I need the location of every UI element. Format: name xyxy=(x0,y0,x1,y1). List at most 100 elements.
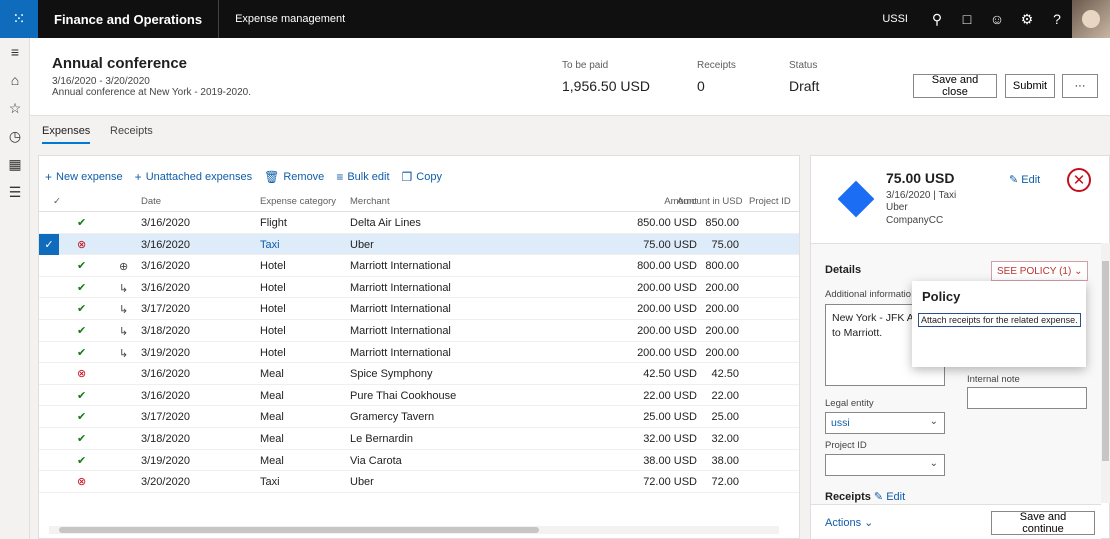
amount-usd-cell: 200.00 xyxy=(705,281,739,294)
more-options-button[interactable]: ··· xyxy=(1062,74,1098,98)
hamburger-menu-icon[interactable]: ≡ xyxy=(0,38,30,66)
left-navigation: ≡ ⌂ ☆ ◷ ▦ ☰ xyxy=(0,38,30,539)
recent-clock-icon[interactable]: ◷ xyxy=(0,122,30,150)
tab-receipts[interactable]: Receipts xyxy=(110,125,153,137)
project-id-select[interactable]: ⌄ xyxy=(825,454,945,476)
module-name[interactable]: Expense management xyxy=(219,13,361,25)
table-row[interactable]: ✔︎ ↳ 3/19/2020 Hotel Marriott International 2… xyxy=(39,342,799,364)
table-row[interactable]: ✔︎ ↳ 3/18/2020 Hotel Marriott International 2… xyxy=(39,320,799,342)
policy-popup-title: Policy xyxy=(922,289,961,304)
grid-vertical-scrollbar[interactable] xyxy=(787,212,795,512)
merchant-cell: Gramercy Tavern xyxy=(350,411,435,424)
to-be-paid-summary: To be paid 1,956.50 USD xyxy=(562,60,650,94)
app-launcher-icon[interactable]: ⁙ xyxy=(0,0,38,38)
table-row[interactable]: ⊗ 3/20/2020 Taxi Uber 72.00 USD 72.00 xyxy=(39,471,799,493)
favorites-star-icon[interactable]: ☆ xyxy=(0,94,30,122)
legal-entity-value: ussi xyxy=(831,417,850,429)
actions-menu[interactable]: Actions ⌄ xyxy=(825,516,873,529)
workspaces-icon[interactable]: ▦ xyxy=(0,150,30,178)
expenses-grid-card: + New expense + Unattached expenses 🗑 Remov… xyxy=(38,155,800,539)
table-row[interactable]: ✔︎ 3/17/2020 Meal Gramercy Tavern 25.00 USD 2… xyxy=(39,406,799,428)
bulk-edit-button[interactable]: ≡ Bulk edit xyxy=(336,170,389,184)
date-cell: 3/16/2020 xyxy=(141,281,190,294)
edit-expense-link[interactable]: ✎ Edit xyxy=(1009,173,1040,186)
column-header-merchant[interactable]: Merchant xyxy=(350,196,390,207)
amount-usd-cell: 72.00 xyxy=(711,476,739,489)
home-icon[interactable]: ⌂ xyxy=(0,66,30,94)
see-policy-button[interactable]: SEE POLICY (1) ⌄ xyxy=(991,261,1089,281)
child-row-icon: ↳ xyxy=(119,347,129,360)
detail-date-category: 3/16/2020 | Taxi xyxy=(886,190,957,201)
table-row[interactable]: ✔︎ 3/16/2020 Flight Delta Air Lines 850.00 U… xyxy=(39,212,799,234)
detail-vertical-scrollbar[interactable] xyxy=(1101,243,1110,503)
legal-entity-select[interactable]: ussi ⌄ xyxy=(825,412,945,434)
chevron-down-icon: ⌄ xyxy=(1071,265,1083,277)
select-all-checkbox[interactable]: ✓ xyxy=(53,196,61,207)
policy-message[interactable]: Attach receipts for the related expense. xyxy=(918,313,1081,327)
date-cell: 3/16/2020 xyxy=(141,238,190,251)
scrollbar-thumb[interactable] xyxy=(1102,261,1109,461)
plus-icon: + xyxy=(134,170,142,184)
category-cell: Hotel xyxy=(260,303,286,316)
expand-split-icon[interactable]: ⊕ xyxy=(119,260,128,273)
category-cell: Meal xyxy=(260,454,284,467)
avatar[interactable] xyxy=(1072,0,1110,38)
company-picker[interactable]: USSI xyxy=(882,13,908,25)
app-name[interactable]: Finance and Operations xyxy=(38,0,220,38)
date-cell: 3/16/2020 xyxy=(141,368,190,381)
merchant-cell: Delta Air Lines xyxy=(350,217,421,229)
pencil-icon: ✎ xyxy=(1009,174,1022,186)
top-bar: ⁙ Finance and Operations Expense managem… xyxy=(0,0,1110,38)
column-header-date[interactable]: Date xyxy=(141,196,161,207)
table-row[interactable]: ✔︎ 3/19/2020 Meal Via Carota 38.00 USD 38.00 xyxy=(39,450,799,472)
copy-label: Copy xyxy=(416,171,442,183)
settings-gear-icon[interactable]: ⚙ xyxy=(1012,0,1042,38)
error-close-icon[interactable]: ✕ xyxy=(1067,168,1091,192)
submit-button[interactable]: Submit xyxy=(1005,74,1055,98)
help-icon[interactable]: ? xyxy=(1042,0,1072,38)
chat-icon[interactable]: □ xyxy=(952,0,982,38)
detail-merchant: Uber xyxy=(886,202,908,213)
modules-list-icon[interactable]: ☰ xyxy=(0,178,30,206)
date-cell: 3/19/2020 xyxy=(141,346,190,359)
merchant-cell: Uber xyxy=(350,238,374,251)
status-summary: Status Draft xyxy=(789,60,819,94)
column-header-project[interactable]: Project ID xyxy=(749,196,791,207)
date-cell: 3/16/2020 xyxy=(141,389,190,402)
tab-expenses[interactable]: Expenses xyxy=(42,125,91,144)
child-row-icon: ↳ xyxy=(119,304,129,317)
copy-button[interactable]: ❐ Copy xyxy=(402,170,442,184)
amount-usd-cell: 25.00 xyxy=(711,411,739,424)
receipts-edit-label: Edit xyxy=(886,491,906,503)
column-header-amount-usd[interactable]: Amount in USD xyxy=(677,196,742,207)
save-and-close-button[interactable]: Save and close xyxy=(913,74,997,98)
additional-info-label: Additional informatio xyxy=(825,289,912,300)
column-header-category[interactable]: Expense category xyxy=(260,196,336,207)
table-row[interactable]: ✔︎ 3/18/2020 Meal Le Bernardin 32.00 USD 32.0… xyxy=(39,428,799,450)
scrollbar-thumb[interactable] xyxy=(59,527,539,533)
feedback-smiley-icon[interactable]: ☺ xyxy=(982,0,1012,38)
save-and-continue-button[interactable]: Save and continue xyxy=(991,511,1095,535)
table-row[interactable]: ✔︎ ↳ 3/17/2020 Hotel Marriott International 2… xyxy=(39,298,799,320)
table-row[interactable]: ✔︎ ⊕ 3/16/2020 Hotel Marriott International 8… xyxy=(39,255,799,277)
merchant-cell: Marriott International xyxy=(350,303,451,316)
table-row[interactable]: ⊗ 3/16/2020 Meal Spice Symphony 42.50 USD 42.… xyxy=(39,363,799,385)
remove-button[interactable]: 🗑 Remove xyxy=(264,170,324,184)
unattached-expenses-button[interactable]: + Unattached expenses xyxy=(135,170,252,184)
date-cell: 3/17/2020 xyxy=(141,411,190,424)
table-row[interactable]: ✔︎ ↳ 3/16/2020 Hotel Marriott International 2… xyxy=(39,277,799,299)
receipts-edit-link[interactable]: ✎ Edit xyxy=(871,491,905,503)
table-row[interactable]: ✔︎ 3/16/2020 Meal Pure Thai Cookhouse 22.00 … xyxy=(39,385,799,407)
category-cell: Meal xyxy=(260,432,284,445)
status-ok-icon: ✔︎ xyxy=(77,303,87,316)
internal-note-input[interactable] xyxy=(967,387,1087,409)
search-icon[interactable]: ⚲ xyxy=(922,0,952,38)
row-selected-checkbox[interactable]: ✓ xyxy=(39,233,59,255)
details-heading: Details xyxy=(825,264,862,276)
date-cell: 3/19/2020 xyxy=(141,454,190,467)
new-expense-button[interactable]: + New expense xyxy=(45,170,123,184)
table-row[interactable]: ✓ ⊗ 3/16/2020 Taxi Uber 75.00 USD 75.00 xyxy=(39,233,799,256)
status-ok-icon: ✔︎ xyxy=(77,389,87,402)
bulk-edit-label: Bulk edit xyxy=(347,171,390,183)
grid-horizontal-scrollbar[interactable] xyxy=(49,526,779,534)
